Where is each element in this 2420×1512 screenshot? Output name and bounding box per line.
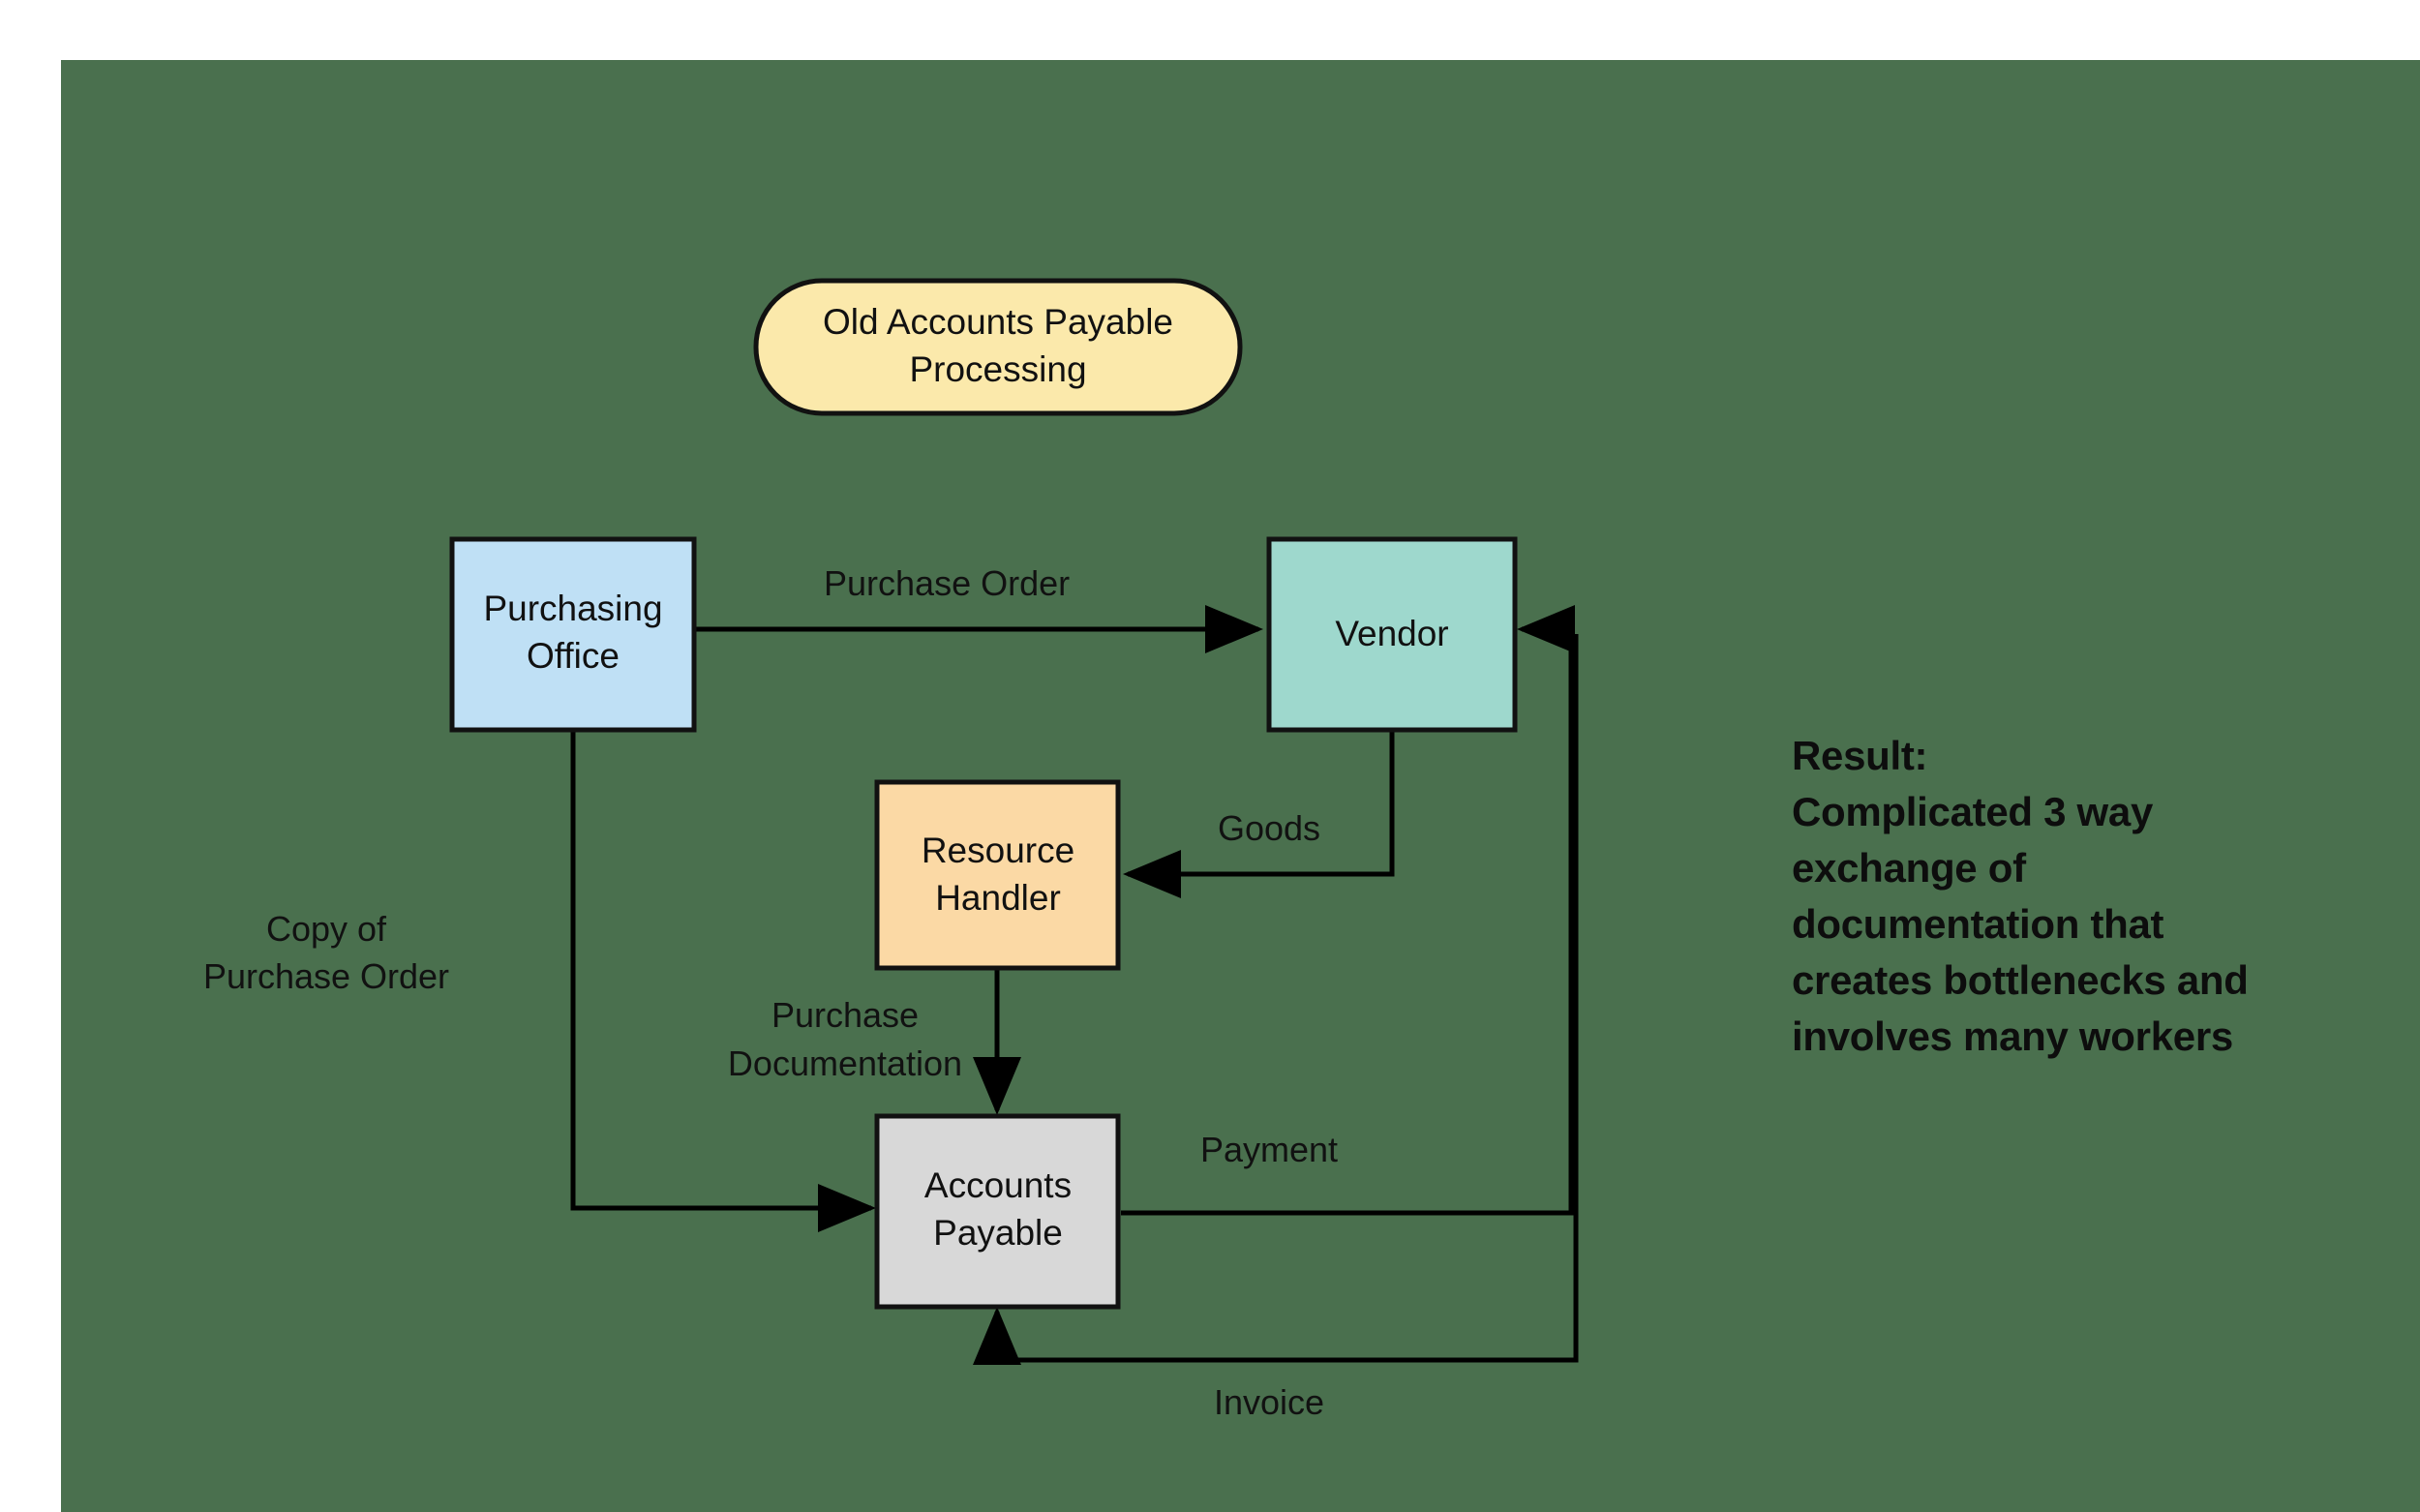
node-resource-handler-label-line2: Handler xyxy=(935,878,1061,918)
edge-copy-of-purchase-order-label-line2: Purchase Order xyxy=(203,956,449,996)
node-purchasing-office-label-line1: Purchasing xyxy=(483,589,662,628)
edge-purchase-documentation-label-line2: Documentation xyxy=(728,1043,962,1083)
edge-purchase-order-label: Purchase Order xyxy=(824,563,1070,603)
node-resource-handler-shape xyxy=(874,779,1121,971)
node-accounts-payable-shape xyxy=(874,1113,1121,1310)
title-pill-label-line2: Processing xyxy=(909,349,1086,389)
title-pill-node: Old Accounts Payable Processing xyxy=(753,278,1243,416)
node-purchasing-office: Purchasing Office xyxy=(449,536,697,733)
edge-goods: Goods xyxy=(1123,730,1395,898)
node-accounts-payable: Accounts Payable xyxy=(874,1113,1121,1310)
edge-payment-label: Payment xyxy=(1200,1130,1338,1169)
node-purchasing-office-shape xyxy=(449,536,697,733)
edge-purchase-order: Purchase Order xyxy=(694,563,1263,653)
node-resource-handler: Resource Handler xyxy=(874,779,1121,971)
title-pill-label-line1: Old Accounts Payable xyxy=(823,302,1173,342)
edge-copy-of-purchase-order-line xyxy=(570,730,876,1232)
node-purchasing-office-label-line2: Office xyxy=(527,636,620,676)
node-accounts-payable-label-line1: Accounts xyxy=(924,1165,1072,1205)
node-accounts-payable-label-line2: Payable xyxy=(933,1213,1063,1253)
edge-goods-line xyxy=(1123,730,1395,898)
edge-invoice-label: Invoice xyxy=(1214,1382,1324,1422)
title-pill-shape xyxy=(753,278,1243,416)
edge-goods-label: Goods xyxy=(1218,808,1320,848)
result-annotation: Result: Complicated 3 way exchange of do… xyxy=(1792,733,2249,1059)
diagram-page: Purchase Order Copy of Purchase Order Go… xyxy=(0,0,2420,1512)
edge-purchase-documentation-label-line1: Purchase xyxy=(771,995,919,1035)
edge-copy-of-purchase-order-label-line1: Copy of xyxy=(266,909,387,949)
node-vendor: Vendor xyxy=(1266,536,1518,733)
edge-copy-of-purchase-order: Copy of Purchase Order xyxy=(203,730,876,1232)
node-resource-handler-label-line1: Resource xyxy=(922,831,1074,870)
edge-purchase-documentation: Purchase Documentation xyxy=(728,968,1021,1115)
node-vendor-label-line1: Vendor xyxy=(1335,614,1448,653)
